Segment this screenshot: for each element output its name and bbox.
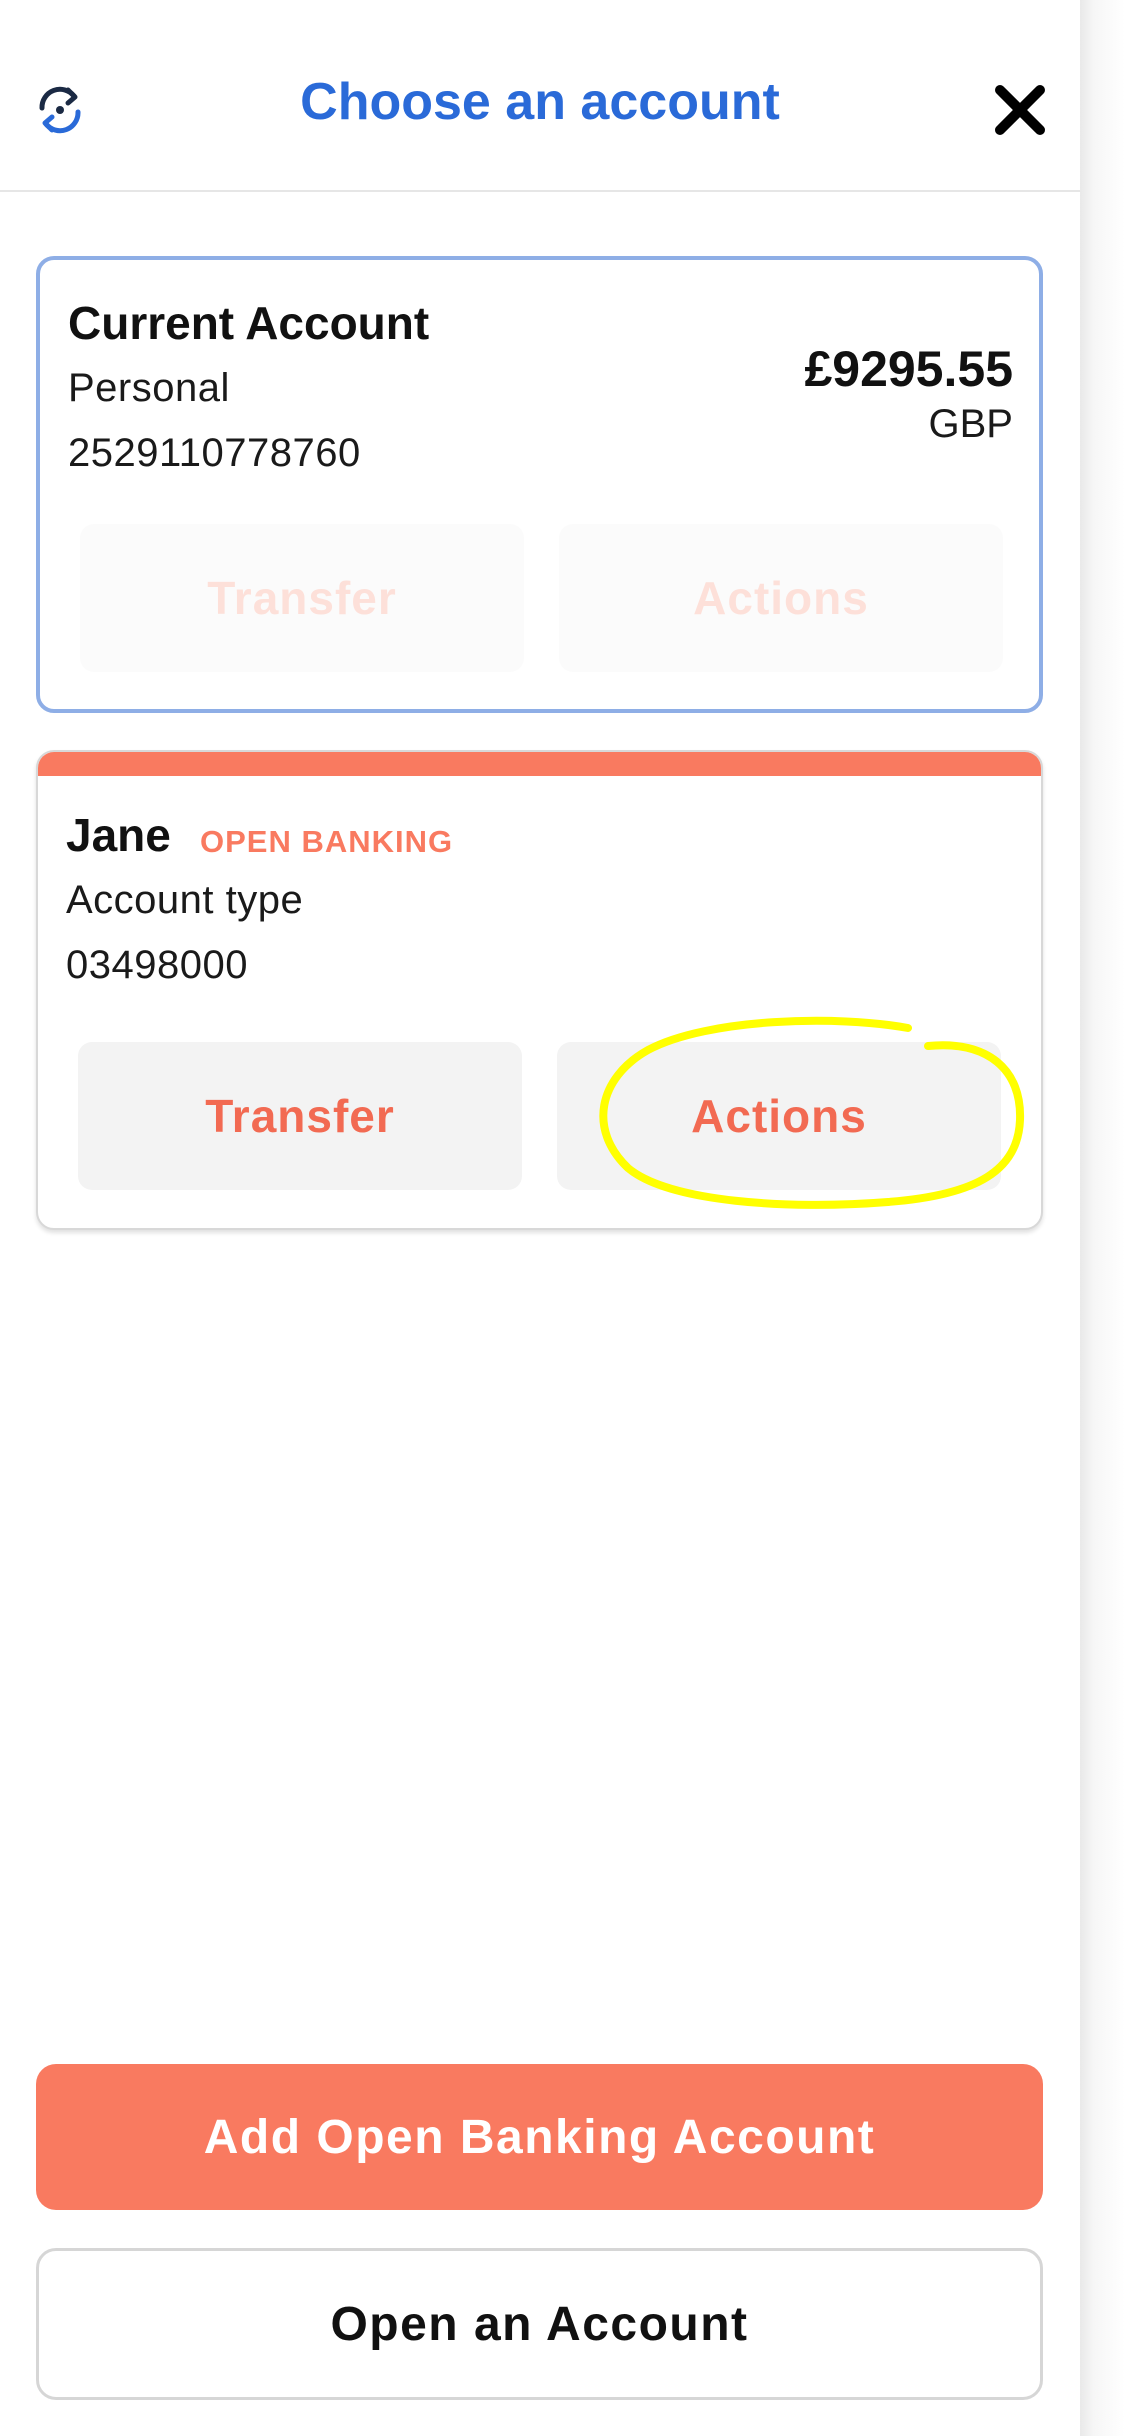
account-name: Jane [66,809,171,861]
account-number: 2529110778760 [68,431,361,475]
account-card-current[interactable]: Current Account Personal 2529110778760 £… [36,256,1043,713]
account-type: Account type [66,878,304,922]
page-title: Choose an account [300,73,780,131]
account-card-jane[interactable]: Jane OPEN BANKING Account type 03498000 … [36,750,1043,1230]
account-name: Current Account [68,297,430,349]
close-icon[interactable] [992,82,1048,138]
transfer-button[interactable]: Transfer [78,1042,522,1190]
card-accent-strip [38,752,1041,776]
open-an-account-button[interactable]: Open an Account [36,2248,1043,2400]
side-panel-edge [1080,0,1125,2436]
actions-button[interactable]: Actions [559,524,1003,672]
choose-account-screen: Choose an account Current Account Person… [0,0,1125,2436]
header: Choose an account [0,0,1080,192]
account-holder-type: Personal [68,366,230,410]
add-open-banking-account-button[interactable]: Add Open Banking Account [36,2064,1043,2210]
actions-button[interactable]: Actions [557,1042,1001,1190]
open-banking-badge: OPEN BANKING [200,824,454,859]
transfer-button[interactable]: Transfer [80,524,524,672]
account-currency: GBP [928,402,1013,446]
account-balance: £9295.55 [804,341,1013,397]
account-number: 03498000 [66,943,248,987]
